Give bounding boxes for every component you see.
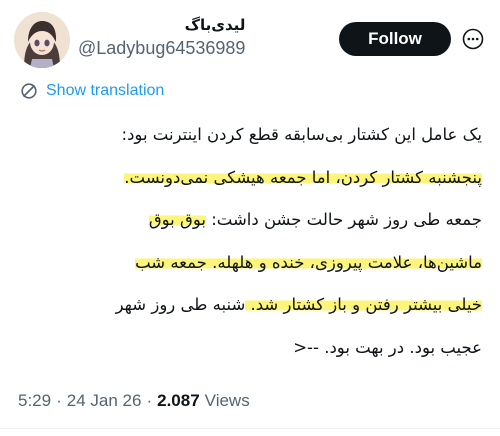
tweet-line: پنجشنبه کشتار کردن، اما جمعه هیشکی نمی‌د… [18,157,482,200]
tweet-line: یک عامل این کشتار بی‌سابقه قطع کردن اینت… [18,114,482,157]
tweet-line: ماشین‌ها، علامت پیروزی، خنده و هلهله. جم… [18,242,482,285]
tweet-line: عجیب بود. در بهت بود. --< [18,327,482,370]
tweet-text-segment: یک عامل این کشتار بی‌سابقه قطع کردن اینت… [121,125,482,144]
tweet-date[interactable]: 24 Jan 26 [67,391,142,411]
highlighted-text-segment: پنجشنبه کشتار کردن، اما جمعه هیشکی نمی‌د… [124,167,482,187]
meta-separator: · [56,391,62,410]
more-icon [462,28,484,50]
views-label: Views [204,391,250,410]
translate-icon [21,83,37,99]
tweet-line: جمعه طی روز شهر حالت جشن داشت: بوق بوق [18,199,482,242]
show-translation-label: Show translation [46,82,165,99]
follow-button[interactable]: Follow [339,22,451,56]
tweet-line: خیلی بیشتر رفتن و باز کشتار شد. شنبه طی … [18,284,482,327]
show-translation-link[interactable]: Show translation [20,80,164,102]
tweet-metadata: 5:29 · 24 Jan 26 · 2.087 Views [18,389,250,413]
divider [0,428,500,429]
author-names: لیدی‌باگ @Ladybug64536989 [78,14,245,60]
tweet-text-segment: عجیب بود. در بهت بود. --< [293,337,482,357]
avatar[interactable] [14,12,70,68]
author-display-name[interactable]: لیدی‌باگ [78,14,246,36]
avatar-image [14,12,70,68]
highlighted-text-segment: خیلی بیشتر رفتن و باز کشتار شد. [245,295,482,314]
tweet-text-segment: جمعه طی روز شهر حالت جشن داشت: [205,210,482,229]
tweet-text: یک عامل این کشتار بی‌سابقه قطع کردن اینت… [18,114,482,369]
highlighted-text-segment: ماشین‌ها، علامت پیروزی، خنده و هلهله. جم… [135,252,482,272]
tweet-header: لیدی‌باگ @Ladybug64536989 Follow [14,12,486,72]
more-options-button[interactable] [460,26,486,52]
views-count: 2.087 [157,391,200,410]
tweet-text-segment: شنبه طی روز شهر [115,295,246,314]
highlighted-text-segment: بوق بوق [148,210,206,229]
tweet-time[interactable]: 5:29 [18,391,51,411]
meta-separator: · [146,391,153,410]
author-handle[interactable]: @Ladybug64536989 [78,36,245,60]
